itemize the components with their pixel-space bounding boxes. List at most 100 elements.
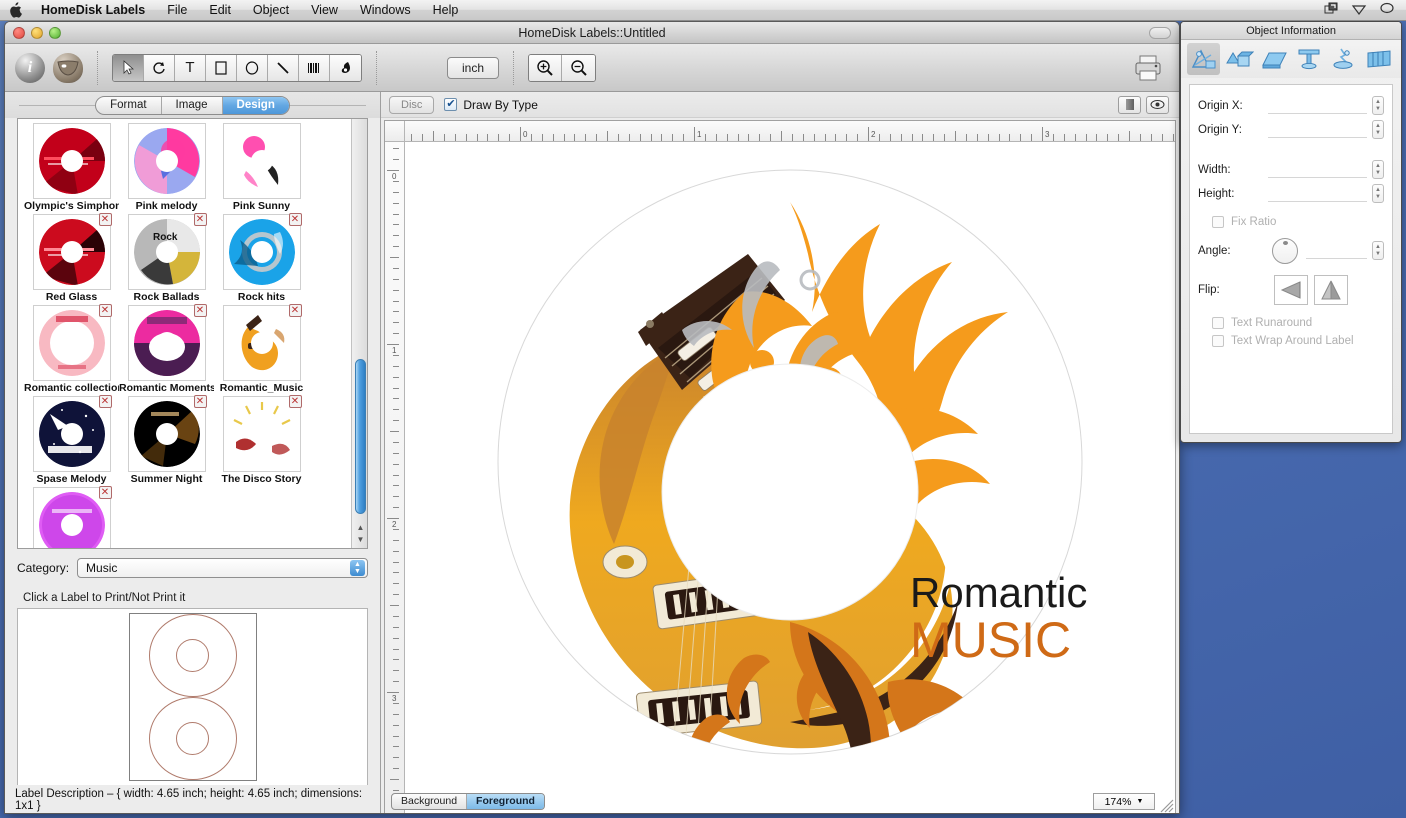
menu-help[interactable]: Help [422, 0, 470, 21]
design-thumbnail[interactable]: ✕ [222, 304, 302, 381]
flip-horizontal-icon[interactable] [1274, 275, 1308, 305]
image-tool-icon[interactable] [1257, 43, 1290, 75]
zoom-out-icon[interactable] [562, 54, 596, 81]
origin-x-stepper[interactable]: ▲ ▼ [1372, 96, 1384, 115]
document-page[interactable]: Romantic MUSIC [405, 142, 1175, 813]
design-cell[interactable]: Rock ✕ Rock Ballads [119, 213, 214, 303]
layer-foreground[interactable]: Foreground [467, 794, 544, 809]
close-button[interactable] [13, 26, 25, 39]
angle-input[interactable] [1306, 242, 1367, 259]
angle-stepper[interactable]: ▲ ▼ [1372, 241, 1384, 260]
tab-design[interactable]: Design [222, 96, 289, 114]
text-runaround-row[interactable]: Text Runaround [1212, 317, 1384, 329]
height-stepper[interactable]: ▲ ▼ [1372, 184, 1384, 203]
draw-by-type-row[interactable]: Draw By Type [444, 97, 538, 112]
layer-background[interactable]: Background [392, 794, 468, 809]
design-thumbnail[interactable]: ✕ [222, 395, 302, 472]
mask-icon[interactable] [53, 52, 83, 83]
cd-label-artwork[interactable]: Romantic MUSIC [490, 162, 1090, 762]
eye-icon[interactable] [1146, 95, 1169, 114]
zoom-in-icon[interactable] [529, 54, 563, 81]
design-cell[interactable]: Olympic's Simphony [24, 123, 119, 212]
menu-app-name[interactable]: HomeDisk Labels [30, 0, 156, 21]
draw-by-type-checkbox[interactable] [444, 97, 458, 111]
rectangle-tool[interactable] [206, 54, 237, 81]
width-stepper[interactable]: ▲ ▼ [1372, 160, 1384, 179]
design-cell[interactable]: ✕ The Disco Story [214, 395, 309, 485]
delete-design-icon[interactable]: ✕ [193, 213, 207, 226]
canvas-area[interactable]: 0123 0123 Romantic MUSIC Background Fore… [384, 120, 1176, 813]
design-cell[interactable]: ✕ Summer Night [119, 395, 214, 485]
delete-design-icon[interactable]: ✕ [193, 304, 207, 317]
design-thumbnail[interactable]: ✕ [32, 395, 112, 472]
text-wrap-checkbox[interactable] [1212, 335, 1224, 347]
tab-image[interactable]: Image [162, 96, 223, 114]
screenshot-icon[interactable] [1318, 2, 1344, 19]
fix-ratio-checkbox[interactable] [1212, 216, 1224, 228]
rotate-tool[interactable] [144, 54, 175, 81]
menu-edit[interactable]: Edit [198, 0, 242, 21]
origin-x-input[interactable] [1268, 97, 1367, 114]
toolbar-toggle-button[interactable] [1149, 26, 1179, 39]
design-grid-scrollbar[interactable]: ▲ ▼ [351, 119, 367, 548]
delete-design-icon[interactable]: ✕ [288, 395, 302, 408]
design-cell[interactable]: Pink melody [119, 123, 214, 212]
arrow-tool[interactable] [113, 54, 144, 81]
bluetooth-icon[interactable] [1346, 2, 1372, 19]
info-icon[interactable]: i [15, 52, 45, 83]
text-wrap-row[interactable]: Text Wrap Around Label [1212, 335, 1384, 347]
design-cell[interactable]: Pink Sunny [214, 123, 309, 212]
print-sheet-preview[interactable] [17, 608, 368, 786]
fix-ratio-row[interactable]: Fix Ratio [1212, 216, 1384, 228]
design-cell[interactable]: ✕ Spase Melody [24, 395, 119, 485]
design-cell[interactable]: ✕ Red Glass [24, 213, 119, 303]
delete-design-icon[interactable]: ✕ [98, 304, 112, 317]
line-tool[interactable] [268, 54, 299, 81]
unit-button[interactable]: inch [447, 56, 500, 79]
shapes-tool-icon[interactable] [1222, 43, 1255, 75]
delete-design-icon[interactable]: ✕ [98, 213, 112, 226]
design-thumbnail[interactable]: ✕ [32, 486, 112, 548]
menu-object[interactable]: Object [242, 0, 300, 21]
design-cell[interactable]: ✕Violet by Step [24, 486, 119, 548]
angle-dial[interactable] [1272, 237, 1298, 264]
sheet-label-1[interactable] [148, 614, 237, 697]
window-title-bar[interactable]: HomeDisk Labels::Untitled [5, 22, 1179, 44]
delete-design-icon[interactable]: ✕ [193, 395, 207, 408]
delete-design-icon[interactable]: ✕ [288, 213, 302, 226]
object-tool-icon[interactable] [1187, 43, 1220, 75]
fill-tool-icon[interactable] [1362, 43, 1395, 75]
design-thumbnail[interactable]: ✕ [127, 304, 207, 381]
tab-format[interactable]: Format [96, 96, 162, 114]
design-thumbnail[interactable] [32, 123, 111, 199]
height-input[interactable] [1268, 185, 1367, 202]
zoom-level-selector[interactable]: 174% ▼ [1093, 793, 1155, 810]
design-thumbnail[interactable]: ✕ [127, 395, 207, 472]
delete-design-icon[interactable]: ✕ [288, 304, 302, 317]
text-tool-icon[interactable] [1292, 43, 1325, 75]
width-input[interactable] [1268, 161, 1367, 178]
design-thumbnail[interactable]: Rock ✕ [127, 213, 207, 290]
design-cell[interactable]: ✕ Romantic_Music [214, 304, 309, 394]
sheet-label-2[interactable] [148, 697, 237, 780]
scroll-up-arrow[interactable]: ▲ [356, 523, 365, 532]
scrollbar-thumb[interactable] [355, 359, 366, 514]
effects-tool-icon[interactable] [1327, 43, 1360, 75]
disc-button[interactable]: Disc [389, 95, 435, 114]
delete-design-icon[interactable]: ✕ [98, 395, 112, 408]
apple-icon[interactable] [0, 2, 30, 18]
text-tool[interactable]: T [175, 54, 206, 81]
design-thumbnail[interactable]: ✕ [32, 304, 112, 381]
design-thumbnail[interactable] [127, 123, 206, 199]
page-preview-icon[interactable] [1118, 95, 1141, 114]
speech-bubble-icon[interactable] [1374, 2, 1400, 19]
origin-y-stepper[interactable]: ▲ ▼ [1372, 120, 1384, 139]
design-thumbnail[interactable]: ✕ [32, 213, 112, 290]
menu-file[interactable]: File [156, 0, 198, 21]
text-runaround-checkbox[interactable] [1212, 317, 1224, 329]
zoom-button[interactable] [49, 26, 61, 39]
paint-tool[interactable] [330, 54, 361, 81]
origin-y-input[interactable] [1268, 121, 1367, 138]
flip-vertical-icon[interactable] [1314, 275, 1348, 305]
design-thumbnail[interactable] [222, 123, 301, 199]
